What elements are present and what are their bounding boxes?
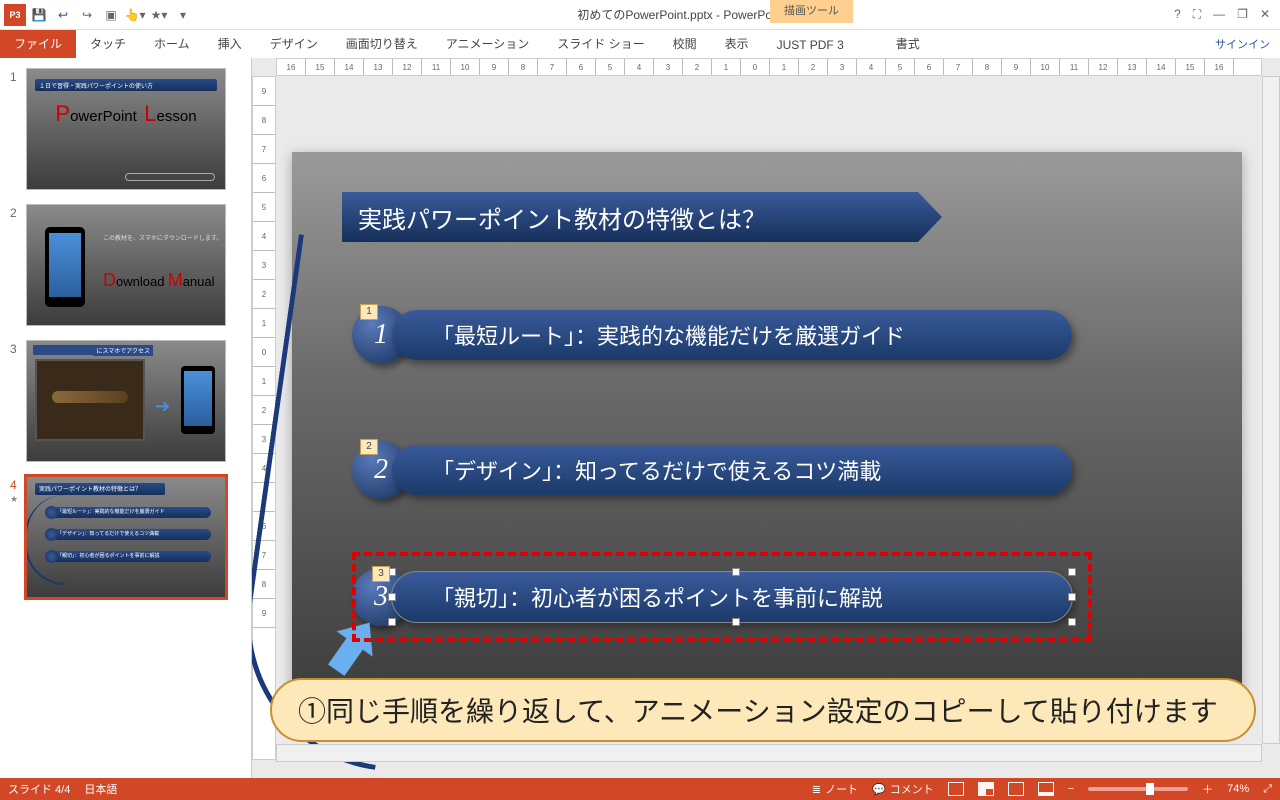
tab-file[interactable]: ファイル <box>0 30 76 58</box>
slide-thumb-3[interactable]: にスマホでアクセス ➔ <box>26 340 226 462</box>
start-slideshow-icon[interactable]: ▣ <box>100 4 122 26</box>
bullet-text-bar: 「デザイン」：知ってるだけで使えるコツ満載 <box>392 445 1072 495</box>
normal-view-icon[interactable] <box>948 782 964 796</box>
ribbon-tabs: ファイル タッチ ホーム 挿入 デザイン 画面切り替え アニメーション スライド… <box>0 30 1280 58</box>
thumb-number: 1 <box>10 68 26 190</box>
slide-thumb-4[interactable]: 実践パワーポイント教材の特徴とは？ 「最短ルート」：実践的な機能だけを厳選ガイド… <box>26 476 226 598</box>
horizontal-ruler[interactable]: 1615141312111098765432101234567891011121… <box>276 58 1262 76</box>
phone-icon <box>181 366 215 434</box>
thumb4-bullet: 「親切」：初心者が困るポイントを事前に解説 <box>51 551 211 562</box>
thumb-number: 3 <box>10 340 26 462</box>
ribbon-display-icon[interactable]: ⛶ <box>1193 7 1201 22</box>
workspace: 1 １日で習得・実践パワーポイントの使い方 PowerPoint Lesson … <box>0 58 1280 778</box>
zoom-slider[interactable] <box>1088 787 1188 791</box>
thumb-row-1[interactable]: 1 １日で習得・実践パワーポイントの使い方 PowerPoint Lesson <box>10 68 241 190</box>
slide-editor[interactable]: 1615141312111098765432101234567891011121… <box>252 58 1280 778</box>
instruction-callout: ①同じ手順を繰り返して、アニメーション設定のコピーして貼り付けます <box>270 678 1256 742</box>
help-icon[interactable]: ? <box>1174 7 1181 22</box>
zoom-in-button[interactable]: ＋ <box>1202 781 1213 797</box>
slide-thumb-2[interactable]: この教材を、スマホにダウンロードします。 Download Manual <box>26 204 226 326</box>
animation-order-tag[interactable]: 1 <box>360 304 378 320</box>
contextual-tab-label: 描画ツール <box>770 0 853 23</box>
tab-home[interactable]: ホーム <box>140 30 204 58</box>
thumb4-header: 実践パワーポイント教材の特徴とは？ <box>35 483 165 495</box>
slide-canvas[interactable]: 実践パワーポイント教材の特徴とは？ 1 1 「最短ルート」：実践的な機能だけを厳… <box>292 152 1242 722</box>
vertical-scrollbar[interactable] <box>1262 76 1280 744</box>
thumb3-tag: にスマホでアクセス <box>93 345 153 356</box>
thumb4-bullet: 「デザイン」：知ってるだけで使えるコツ満載 <box>51 529 211 540</box>
zoom-out-button[interactable]: − <box>1068 783 1074 795</box>
window-controls: ? ⛶ — ❐ ✕ <box>1164 7 1280 22</box>
thumb-row-3[interactable]: 3 にスマホでアクセス ➔ <box>10 340 241 462</box>
horizontal-scrollbar[interactable] <box>276 744 1262 762</box>
comments-button[interactable]: 💬 コメント <box>872 781 934 797</box>
status-bar: スライド 4/4 日本語 ≣ ノート 💬 コメント − ＋ 74% ⤢ <box>0 778 1280 800</box>
touch-mode-icon[interactable]: 👆▾ <box>124 4 146 26</box>
powerpoint-icon[interactable]: P3 <box>4 4 26 26</box>
slideshow-view-icon[interactable] <box>1038 782 1054 796</box>
bullet-shape-2[interactable]: 2 2 「デザイン」：知ってるだけで使えるコツ満載 <box>352 445 1072 495</box>
thumb2-title: Download Manual <box>103 270 215 291</box>
highlight-annotation-box <box>352 552 1092 642</box>
document-title: 初めてのPowerPoint.pptx - PowerPoint <box>198 6 1164 23</box>
tab-format[interactable]: 書式 <box>882 30 934 58</box>
undo-icon[interactable]: ↩ <box>52 4 74 26</box>
thumb-row-4[interactable]: 4 ★ 実践パワーポイント教材の特徴とは？ 「最短ルート」：実践的な機能だけを厳… <box>10 476 241 598</box>
bullet-text-bar: 「最短ルート」：実践的な機能だけを厳選ガイド <box>392 310 1072 360</box>
qat-customize-icon[interactable]: ▾ <box>172 4 194 26</box>
tab-insert[interactable]: 挿入 <box>204 30 256 58</box>
language-indicator[interactable]: 日本語 <box>84 781 117 797</box>
arrow-icon: ➔ <box>155 396 170 417</box>
favorites-icon[interactable]: ★▾ <box>148 4 170 26</box>
thumb-number: 4 <box>10 476 26 492</box>
signin-link[interactable]: サインイン <box>1205 30 1280 58</box>
tab-design[interactable]: デザイン <box>256 30 332 58</box>
thumb1-title: PowerPoint Lesson <box>27 101 225 127</box>
minimize-icon[interactable]: — <box>1213 7 1225 22</box>
maximize-icon[interactable]: ❐ <box>1237 7 1248 22</box>
redo-icon[interactable]: ↪ <box>76 4 98 26</box>
save-icon[interactable]: 💾 <box>28 4 50 26</box>
browser-icon <box>35 359 145 441</box>
close-icon[interactable]: ✕ <box>1260 7 1270 22</box>
thumb-row-2[interactable]: 2 この教材を、スマホにダウンロードします。 Download Manual <box>10 204 241 326</box>
slide-counter[interactable]: スライド 4/4 <box>8 781 70 797</box>
title-bar: P3 💾 ↩ ↪ ▣ 👆▾ ★▾ ▾ 初めてのPowerPoint.pptx -… <box>0 0 1280 30</box>
slide-title-shape[interactable]: 実践パワーポイント教材の特徴とは？ <box>342 192 942 242</box>
tab-transitions[interactable]: 画面切り替え <box>332 30 432 58</box>
tab-touch[interactable]: タッチ <box>76 30 140 58</box>
notes-button[interactable]: ≣ ノート <box>812 781 858 797</box>
sorter-view-icon[interactable] <box>978 782 994 796</box>
fit-window-icon[interactable]: ⤢ <box>1263 783 1272 796</box>
animation-indicator-icon: ★ <box>10 494 26 505</box>
tab-slideshow[interactable]: スライド ショー <box>543 30 658 58</box>
phone-icon <box>45 227 85 307</box>
slide-thumb-1[interactable]: １日で習得・実践パワーポイントの使い方 PowerPoint Lesson <box>26 68 226 190</box>
animation-order-tag[interactable]: 2 <box>360 439 378 455</box>
bullet-shape-1[interactable]: 1 1 「最短ルート」：実践的な機能だけを厳選ガイド <box>352 310 1072 360</box>
slide-thumbnail-panel[interactable]: 1 １日で習得・実践パワーポイントの使い方 PowerPoint Lesson … <box>0 58 252 778</box>
thumb2-text: この教材を、スマホにダウンロードします。 <box>103 233 222 242</box>
reading-view-icon[interactable] <box>1008 782 1024 796</box>
thumb1-footer <box>125 173 215 181</box>
tab-justpdf[interactable]: JUST PDF 3 <box>763 33 858 58</box>
thumb1-band: １日で習得・実践パワーポイントの使い方 <box>35 79 217 91</box>
tab-review[interactable]: 校閲 <box>659 30 711 58</box>
thumb4-bullet: 「最短ルート」：実践的な機能だけを厳選ガイド <box>51 507 211 518</box>
zoom-level[interactable]: 74% <box>1227 783 1249 795</box>
tab-view[interactable]: 表示 <box>711 30 763 58</box>
thumb-number: 2 <box>10 204 26 326</box>
tab-animations[interactable]: アニメーション <box>432 30 544 58</box>
quick-access-toolbar: P3 💾 ↩ ↪ ▣ 👆▾ ★▾ ▾ <box>0 4 198 26</box>
